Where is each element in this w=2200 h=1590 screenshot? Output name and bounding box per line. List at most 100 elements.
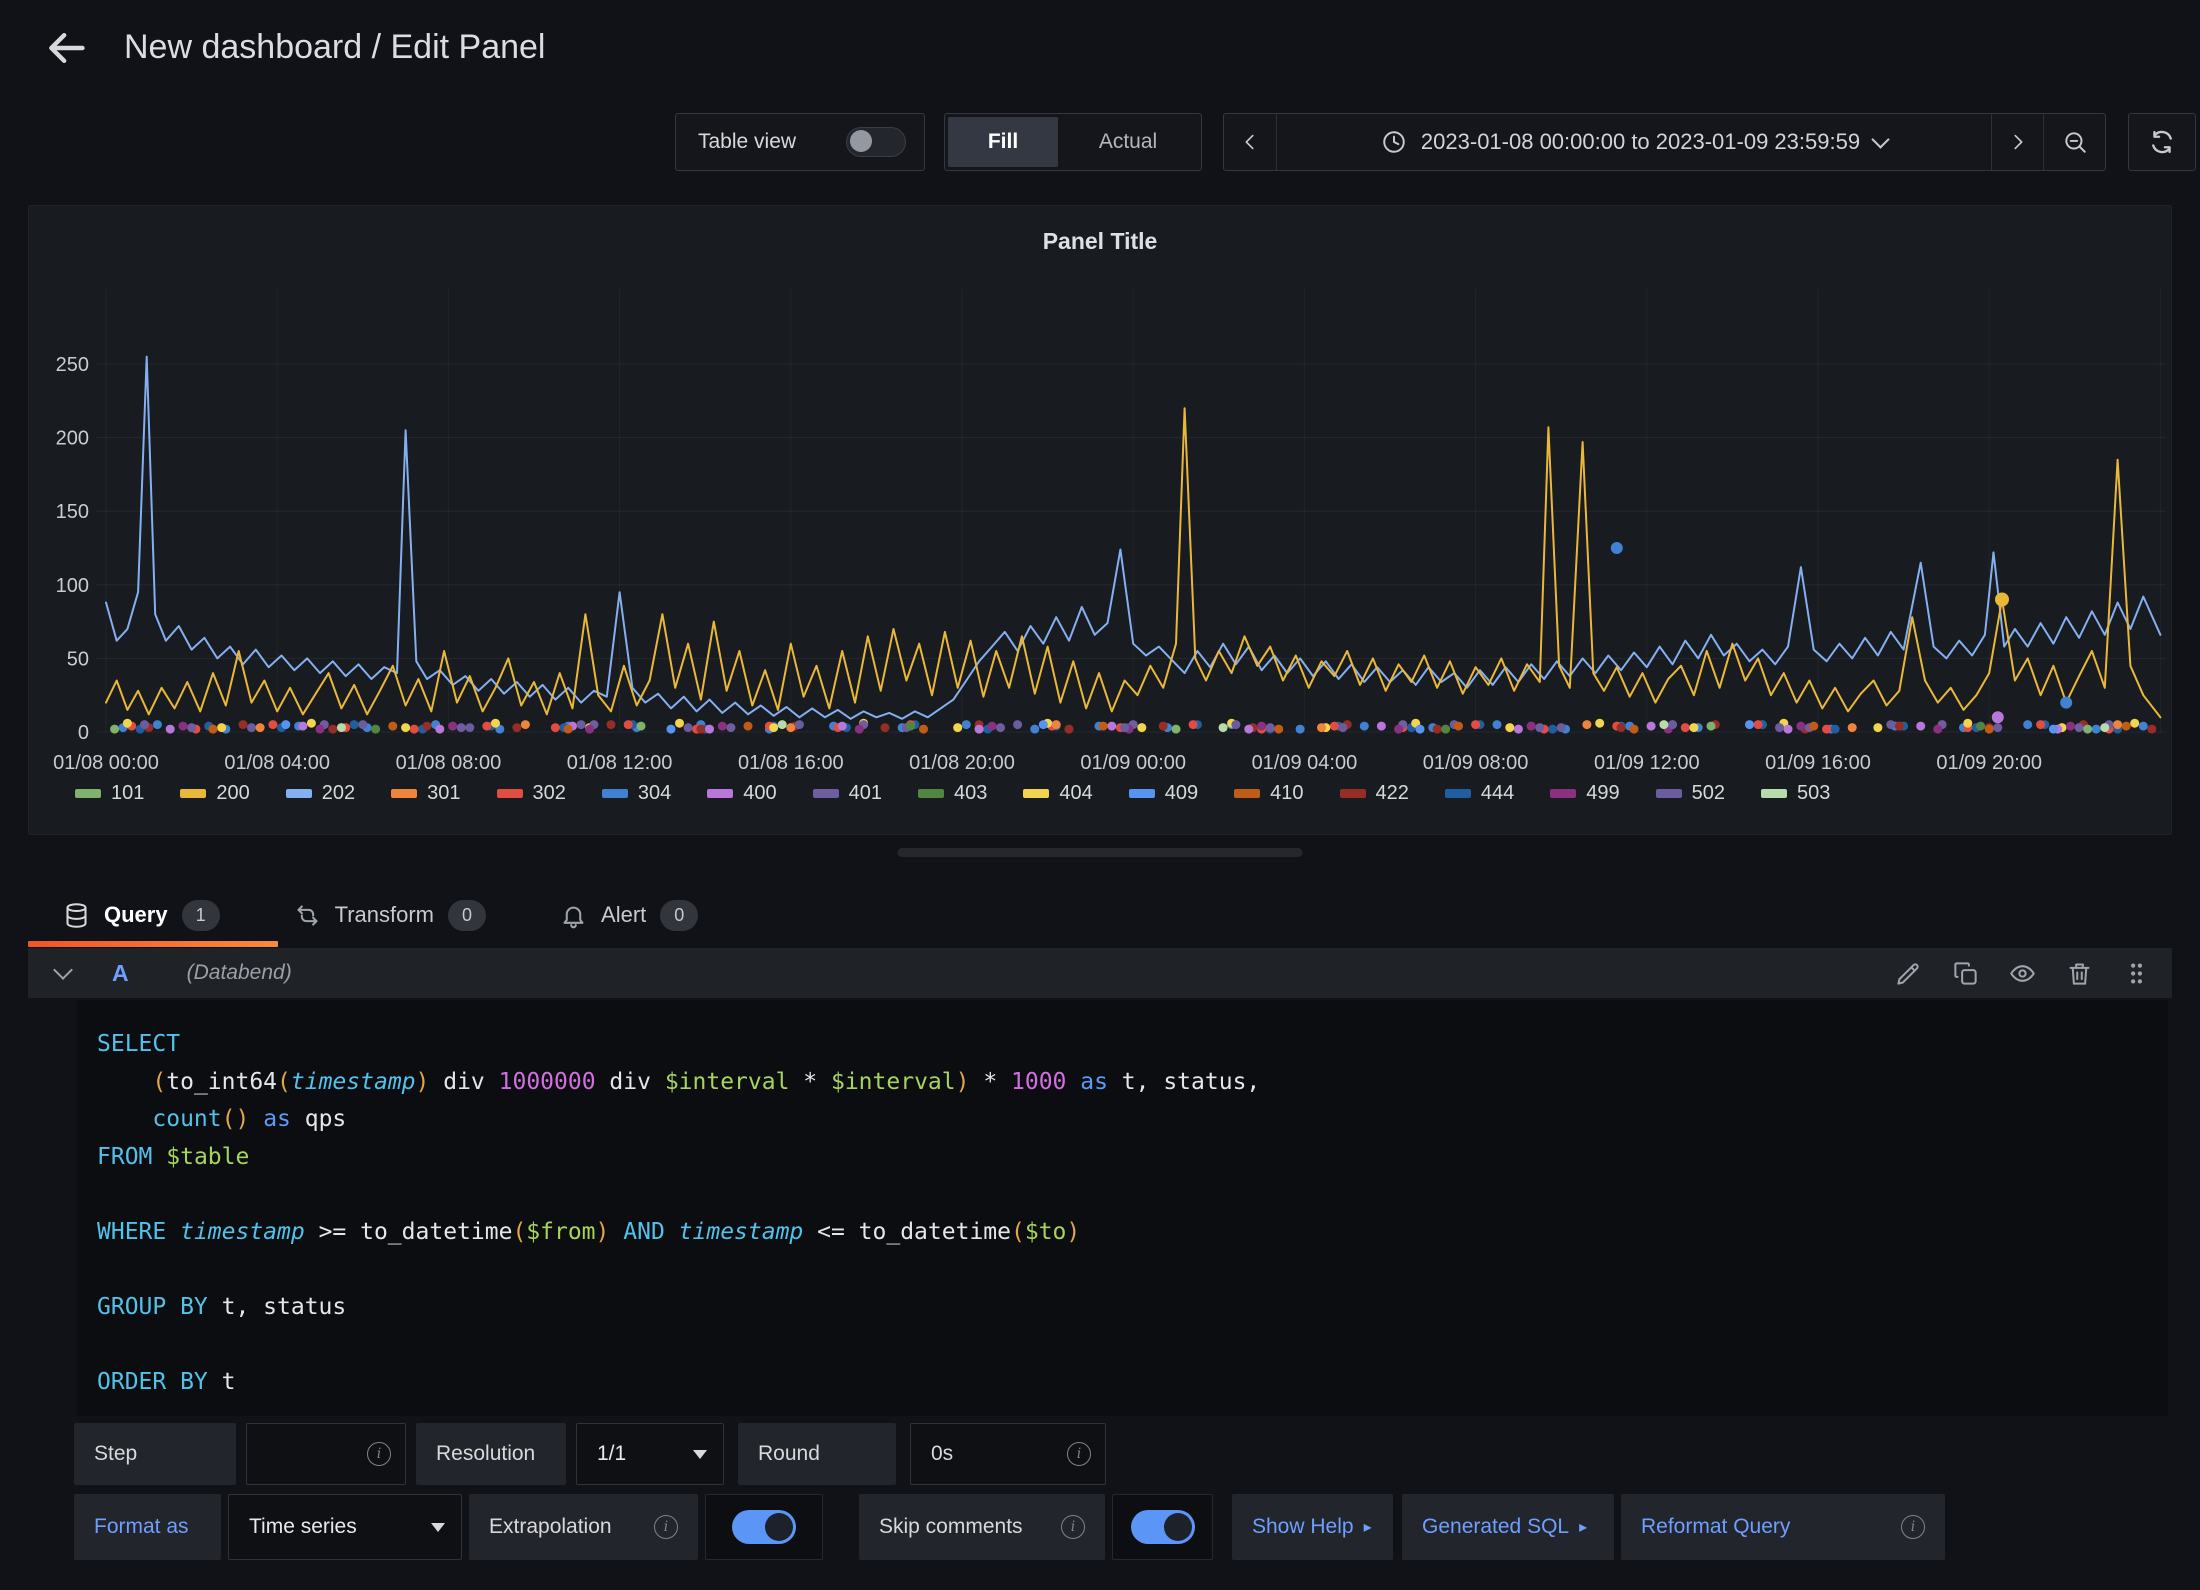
tab-alert-label: Alert bbox=[601, 902, 646, 928]
legend-item-101[interactable]: 101 bbox=[75, 782, 144, 805]
legend-item-301[interactable]: 301 bbox=[391, 782, 460, 805]
legend-item-503[interactable]: 503 bbox=[1761, 782, 1830, 805]
edit-pencil-icon[interactable] bbox=[1895, 960, 1922, 987]
legend-swatch bbox=[813, 789, 839, 798]
zoom-out-button[interactable] bbox=[2043, 114, 2105, 170]
eye-icon[interactable] bbox=[2009, 960, 2036, 987]
triangle-right-icon: ▸ bbox=[1579, 1517, 1587, 1537]
collapse-chevron-icon[interactable] bbox=[53, 960, 73, 980]
sql-line bbox=[97, 1326, 2168, 1364]
legend-label: 200 bbox=[216, 782, 249, 805]
svg-text:50: 50 bbox=[67, 648, 89, 670]
legend-swatch bbox=[1445, 789, 1471, 798]
legend-label: 404 bbox=[1059, 782, 1092, 805]
sql-line bbox=[97, 1176, 2168, 1214]
extrapolation-toggle[interactable] bbox=[732, 1510, 796, 1544]
info-icon[interactable]: i bbox=[654, 1515, 678, 1539]
query-datasource: (Databend) bbox=[187, 961, 292, 985]
extrapolation-label: Extrapolation i bbox=[469, 1494, 698, 1560]
reformat-query-button[interactable]: Reformat Query i bbox=[1621, 1494, 1945, 1560]
svg-text:01/09 12:00: 01/09 12:00 bbox=[1594, 752, 1700, 774]
tab-query[interactable]: Query 1 bbox=[63, 900, 220, 931]
generated-sql-button[interactable]: Generated SQL ▸ bbox=[1402, 1494, 1614, 1560]
panel-resize-handle[interactable] bbox=[898, 848, 1303, 857]
time-range-button[interactable]: 2023-01-08 00:00:00 to 2023-01-09 23:59:… bbox=[1276, 114, 1991, 170]
legend-item-304[interactable]: 304 bbox=[602, 782, 671, 805]
info-icon[interactable]: i bbox=[1067, 1442, 1091, 1466]
sql-query-editor[interactable]: SELECT (to_int64(timestamp) div 1000000 … bbox=[77, 1000, 2168, 1416]
table-view-label: Table view bbox=[698, 130, 796, 154]
tab-alert[interactable]: Alert 0 bbox=[560, 900, 698, 931]
legend-item-499[interactable]: 499 bbox=[1550, 782, 1619, 805]
skip-comments-toggle-box bbox=[1112, 1494, 1213, 1560]
svg-text:100: 100 bbox=[56, 575, 89, 597]
legend-item-502[interactable]: 502 bbox=[1656, 782, 1725, 805]
query-ref-id[interactable]: A bbox=[112, 960, 129, 987]
info-icon[interactable]: i bbox=[1901, 1515, 1925, 1539]
page-title: New dashboard / Edit Panel bbox=[124, 28, 545, 67]
round-value: 0s bbox=[931, 1442, 953, 1466]
legend-item-409[interactable]: 409 bbox=[1129, 782, 1198, 805]
legend-item-401[interactable]: 401 bbox=[813, 782, 882, 805]
legend-item-403[interactable]: 403 bbox=[918, 782, 987, 805]
legend-label: 302 bbox=[533, 782, 566, 805]
fill-actual-segmented: Fill Actual bbox=[944, 113, 1202, 171]
legend-item-404[interactable]: 404 bbox=[1023, 782, 1092, 805]
copy-icon[interactable] bbox=[1952, 960, 1979, 987]
clock-icon bbox=[1381, 129, 1407, 155]
round-input[interactable]: 0s i bbox=[910, 1423, 1106, 1485]
skip-comments-text: Skip comments bbox=[879, 1515, 1023, 1539]
caret-down-icon bbox=[431, 1523, 445, 1532]
legend-swatch bbox=[1234, 789, 1260, 798]
tab-transform-label: Transform bbox=[335, 902, 434, 928]
svg-text:0: 0 bbox=[78, 722, 89, 744]
legend-label: 409 bbox=[1165, 782, 1198, 805]
resolution-select[interactable]: 1/1 bbox=[576, 1423, 724, 1485]
svg-text:01/08 04:00: 01/08 04:00 bbox=[224, 752, 330, 774]
legend-item-410[interactable]: 410 bbox=[1234, 782, 1303, 805]
tab-transform[interactable]: Transform 0 bbox=[294, 900, 486, 931]
bell-icon bbox=[560, 902, 587, 929]
refresh-button[interactable] bbox=[2128, 113, 2196, 171]
time-shift-forward-button[interactable] bbox=[1991, 114, 2043, 170]
fill-button[interactable]: Fill bbox=[948, 117, 1058, 167]
legend-swatch bbox=[1761, 789, 1787, 798]
show-help-button[interactable]: Show Help▸ bbox=[1232, 1494, 1393, 1560]
legend-swatch bbox=[918, 789, 944, 798]
legend-label: 503 bbox=[1797, 782, 1830, 805]
show-help-text: Show Help bbox=[1252, 1515, 1354, 1539]
refresh-icon bbox=[2148, 128, 2176, 156]
skip-comments-toggle[interactable] bbox=[1131, 1510, 1195, 1544]
header-bar: New dashboard / Edit Panel bbox=[0, 0, 2200, 96]
legend-item-302[interactable]: 302 bbox=[497, 782, 566, 805]
step-input[interactable]: i bbox=[246, 1423, 406, 1485]
format-select[interactable]: Time series bbox=[228, 1494, 462, 1560]
svg-text:01/09 16:00: 01/09 16:00 bbox=[1765, 752, 1871, 774]
svg-text:01/09 04:00: 01/09 04:00 bbox=[1252, 752, 1358, 774]
back-arrow-icon[interactable] bbox=[44, 26, 88, 70]
actual-button[interactable]: Actual bbox=[1058, 117, 1198, 167]
extrapolation-text: Extrapolation bbox=[489, 1515, 612, 1539]
legend-item-444[interactable]: 444 bbox=[1445, 782, 1514, 805]
legend-item-400[interactable]: 400 bbox=[707, 782, 776, 805]
table-view-toggle[interactable] bbox=[846, 127, 906, 157]
time-range-picker: 2023-01-08 00:00:00 to 2023-01-09 23:59:… bbox=[1223, 113, 2106, 171]
legend-item-422[interactable]: 422 bbox=[1340, 782, 1409, 805]
legend-item-200[interactable]: 200 bbox=[180, 782, 249, 805]
info-icon[interactable]: i bbox=[1061, 1515, 1085, 1539]
sql-line: GROUP BY t, status bbox=[97, 1289, 2168, 1327]
info-icon[interactable]: i bbox=[367, 1442, 391, 1466]
drag-handle-icon[interactable] bbox=[2123, 960, 2150, 987]
svg-text:150: 150 bbox=[56, 501, 89, 523]
svg-text:01/09 00:00: 01/09 00:00 bbox=[1080, 752, 1186, 774]
time-shift-back-button[interactable] bbox=[1224, 114, 1276, 170]
format-options-row: Format as Time series Extrapolation i Sk… bbox=[74, 1494, 1945, 1560]
legend-label: 410 bbox=[1270, 782, 1303, 805]
query-options-row: Step i Resolution 1/1 Round 0s i bbox=[74, 1423, 1106, 1485]
timeseries-chart[interactable]: 05010015020025001/08 00:0001/08 04:0001/… bbox=[29, 206, 2172, 835]
trash-icon[interactable] bbox=[2066, 960, 2093, 987]
legend-item-202[interactable]: 202 bbox=[286, 782, 355, 805]
generated-sql-text: Generated SQL bbox=[1422, 1515, 1569, 1539]
sql-line: WHERE timestamp >= to_datetime($from) AN… bbox=[97, 1214, 2168, 1252]
legend-swatch bbox=[286, 789, 312, 798]
